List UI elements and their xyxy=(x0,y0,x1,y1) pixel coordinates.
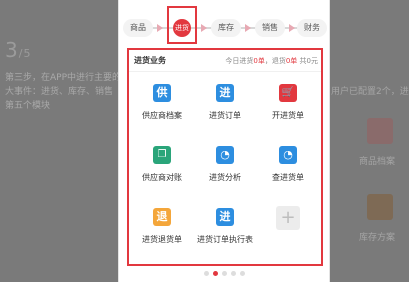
supplier-reconcile-button[interactable]: ❐ 供应商对账 xyxy=(131,138,193,198)
purchase-return-button[interactable]: 退 进货退货单 xyxy=(131,200,193,260)
page-dot[interactable] xyxy=(203,271,209,276)
purchase-order-button[interactable]: 进 进货订单 xyxy=(194,76,256,136)
arrow-icon xyxy=(289,24,295,32)
step-sales[interactable]: 销售 xyxy=(255,19,285,37)
function-label: 进货分析 xyxy=(209,173,241,182)
background-item-label: 商品档案 xyxy=(359,157,396,167)
function-label: 查进货单 xyxy=(272,173,304,182)
purchase-business-card: 进货业务 今日进货0单，退货0单 共0元 供 供应商档案 进 进货订单 🛒 开进… xyxy=(127,48,323,266)
card-header: 进货业务 今日进货0单，退货0单 共0元 xyxy=(129,50,321,72)
supplier-archive-button[interactable]: 供 供应商档案 xyxy=(131,76,193,136)
order-execution-icon: 进 xyxy=(216,208,234,226)
step-counter: 3/5 xyxy=(5,38,32,62)
background-text-line: 第五个模块 xyxy=(5,101,51,111)
business-panel: 商品 进货 库存 销售 财务 进货业务 今日进货0单，退货0单 共0元 供 供应… xyxy=(118,0,330,282)
purchase-stats: 今日进货0单，退货0单 共0元 xyxy=(225,57,318,65)
arrow-icon xyxy=(157,24,163,32)
function-label: 进货订单 xyxy=(209,111,241,120)
page-dot[interactable] xyxy=(221,271,227,276)
arrow-icon xyxy=(201,24,207,32)
purchase-analysis-button[interactable]: ◔ 进货分析 xyxy=(194,138,256,198)
reconcile-icon: ❐ xyxy=(153,146,171,164)
order-execution-button[interactable]: 进 进货订单执行表 xyxy=(194,200,256,260)
supplier-icon: 供 xyxy=(153,84,171,102)
card-title: 进货业务 xyxy=(134,56,166,65)
background-text-line: 第三步，在APP中进行主要的 xyxy=(5,73,122,83)
function-label: 进货退货单 xyxy=(142,235,182,244)
function-label: 供应商档案 xyxy=(142,111,182,120)
product-archive-icon xyxy=(367,118,393,144)
step-product[interactable]: 商品 xyxy=(123,19,153,37)
background-right-panel: 用户已配置2个，进货 商品档案 库存方案 xyxy=(329,0,409,282)
function-label: 开进货单 xyxy=(272,111,304,120)
cart-icon: 🛒 xyxy=(279,84,297,102)
page-dot[interactable] xyxy=(230,271,236,276)
create-purchase-bill-button[interactable]: 🛒 开进货单 xyxy=(257,76,319,136)
pagination-dots xyxy=(119,261,329,280)
return-icon: 退 xyxy=(153,208,171,226)
function-label: 进货订单执行表 xyxy=(197,235,253,244)
arrow-icon xyxy=(245,24,251,32)
purchase-order-icon: 进 xyxy=(216,84,234,102)
function-label: 供应商对账 xyxy=(142,173,182,182)
pie-chart-icon: ◔ xyxy=(216,146,234,164)
inventory-plan-icon xyxy=(367,194,393,220)
step-purchase[interactable]: 进货 xyxy=(173,19,191,37)
step-finance[interactable]: 财务 xyxy=(297,19,327,37)
add-function-button[interactable]: + xyxy=(257,200,319,260)
pie-chart-icon: ◔ xyxy=(279,146,297,164)
background-item-label: 库存方案 xyxy=(359,233,396,243)
step-inventory[interactable]: 库存 xyxy=(211,19,241,37)
page-dot[interactable] xyxy=(239,271,245,276)
background-text: 用户已配置2个，进货 xyxy=(331,87,409,97)
page-dot-active[interactable] xyxy=(212,271,218,276)
query-purchase-bill-button[interactable]: ◔ 查进货单 xyxy=(257,138,319,198)
plus-icon: + xyxy=(276,206,300,230)
step-purchase-highlight: 进货 xyxy=(167,6,197,44)
background-left-panel: 3/5 第三步，在APP中进行主要的 大事件：进货、库存、销售 第五个模块 xyxy=(0,0,122,282)
step-flow: 商品 进货 库存 销售 财务 xyxy=(119,0,331,44)
background-text-line: 大事件：进货、库存、销售 xyxy=(5,87,114,97)
